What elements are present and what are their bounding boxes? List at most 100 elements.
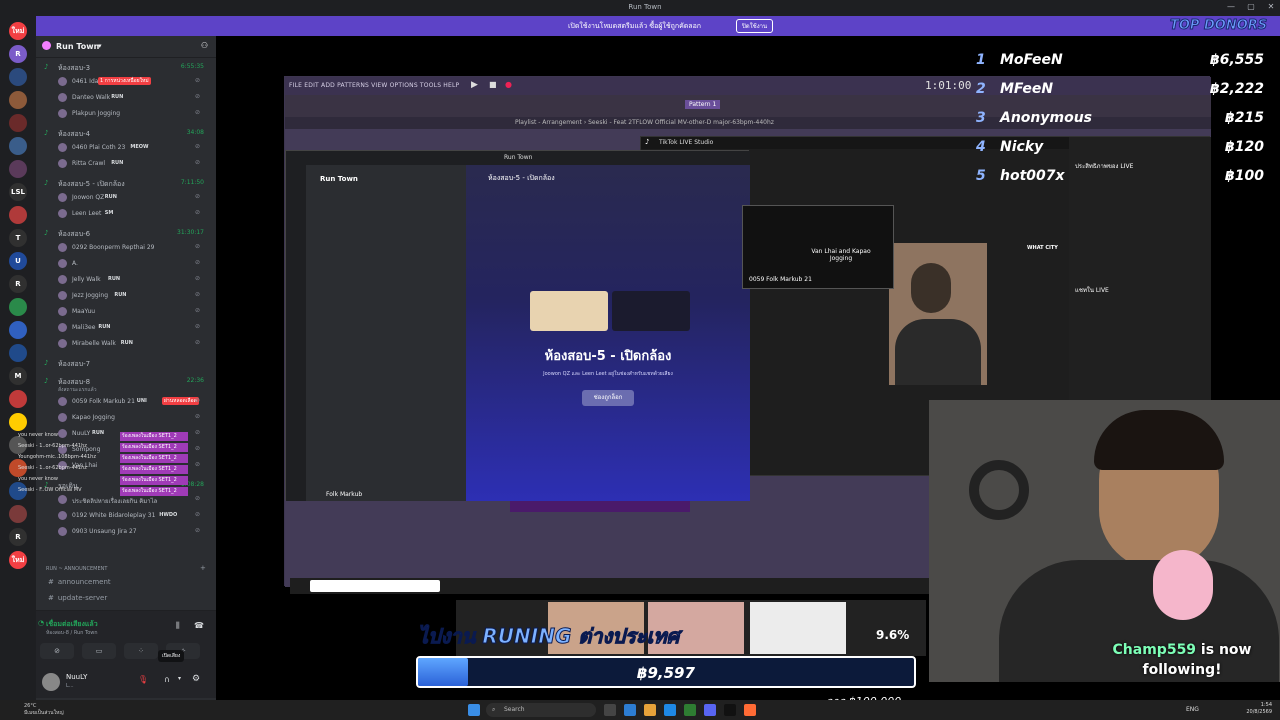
clip-block[interactable]: ร้องเพลงในเมือง SET1_2 (120, 432, 188, 441)
voice-channel[interactable]: ♪ ห้องสอบ-3 6:55:35 (44, 62, 214, 74)
chevron-down-icon[interactable]: ▾ (178, 675, 181, 682)
discord-icon[interactable] (704, 704, 716, 716)
voice-user-name: Jelly Walk (72, 276, 101, 283)
gear-icon[interactable]: ⚙ (192, 674, 200, 684)
voice-channel[interactable]: ♪ ห้องสอบ-7 (44, 358, 214, 370)
chrome-icon[interactable] (684, 704, 696, 716)
fl-studio-icon[interactable] (744, 704, 756, 716)
stop-icon[interactable]: ■ (489, 80, 497, 89)
taskbar-clock[interactable]: 1:54 20/8/2569 (1246, 702, 1272, 716)
text-channel-update-server[interactable]: # update-server (48, 594, 107, 602)
voice-user[interactable]: 0059 Folk Markub 21 UNI ผ่านหลอดเลือด ⊘ (58, 396, 208, 408)
clip-block[interactable]: ร้องเพลงในเมือง SET1_2 (120, 443, 188, 452)
screen-share-button[interactable]: ▭ (82, 643, 116, 659)
voice-user[interactable]: Ritta Crawl RUN ⊘ (58, 158, 208, 170)
file-explorer-icon[interactable] (644, 704, 656, 716)
voice-user[interactable]: A. ⊘ (58, 258, 208, 270)
pattern-selector[interactable]: Pattern 1 (685, 100, 721, 109)
clip-block[interactable]: ร้องเพลงในเมือง SET1_2 (120, 454, 188, 463)
donor-rank: 3 (976, 110, 986, 126)
server-icon[interactable]: R (9, 275, 27, 293)
server-icon[interactable] (9, 413, 27, 431)
voice-location[interactable]: ห้องสอบ-8 / Run Town (46, 629, 98, 637)
maximize-button[interactable]: ▢ (1244, 2, 1258, 14)
server-icon[interactable]: LSL (9, 183, 27, 201)
server-icon[interactable] (9, 206, 27, 224)
voice-user[interactable]: 0460 Plai Coth 23 MEOW ⊘ (58, 142, 208, 154)
server-icon[interactable] (9, 298, 27, 316)
edge-icon[interactable] (624, 704, 636, 716)
participant-tile[interactable] (530, 291, 608, 331)
voice-user[interactable]: Jezz Jogging RUN ⊘ (58, 290, 208, 302)
windows-start-icon[interactable] (468, 704, 480, 716)
voice-user[interactable]: Plakpun Jogging ⊘ (58, 108, 208, 120)
server-icon[interactable] (9, 114, 27, 132)
server-icon[interactable] (9, 390, 27, 408)
voice-user[interactable]: Joowon QZ RUN ⊘ (58, 192, 208, 204)
clip-name[interactable]: Seeski - 1..or-62bpm-441hz (18, 465, 108, 475)
locked-channel-button[interactable]: ช่องถูกล็อก (582, 390, 634, 406)
play-icon[interactable]: ▶ (471, 80, 478, 90)
category-label[interactable]: RUN ~ ANNOUNCEMENT (46, 566, 107, 572)
activity-button[interactable]: ⁘ (124, 643, 158, 659)
server-icon[interactable] (9, 321, 27, 339)
server-icon[interactable] (9, 344, 27, 362)
server-icon[interactable]: U (9, 252, 27, 270)
voice-channel[interactable]: ♪ ห้องสอบ-6 31:30:17 (44, 228, 214, 240)
voice-user[interactable]: Mirabelle Walk RUN ⊘ (58, 338, 208, 350)
minimize-button[interactable]: — (1224, 2, 1238, 14)
avatar[interactable] (42, 673, 60, 691)
donor-amount: ฿6,555 (1209, 52, 1264, 68)
voice-user[interactable]: Kapao Jogging ⊘ (58, 412, 208, 424)
voice-channel[interactable]: ♪ ห้องสอบ-4 34:08 (44, 128, 214, 140)
voice-user[interactable]: 0903 Unsaung Jira 27 ⊘ (58, 526, 208, 538)
camera-button[interactable]: ⊘ (40, 643, 74, 659)
mic-muted-icon[interactable]: 🎙 (138, 675, 148, 684)
language-indicator[interactable]: ENG (1186, 706, 1199, 713)
add-member-icon[interactable]: ⚇ (201, 41, 208, 50)
server-icon[interactable]: R (9, 45, 27, 63)
voice-user[interactable]: Danteo Walk RUN ⊘ (58, 92, 208, 104)
weather-widget[interactable]: 26°C มีเมฆเป็นส่วนใหญ่ (24, 703, 64, 717)
tiktok-icon[interactable] (724, 704, 736, 716)
clip-block[interactable]: ร้องเพลงในเมือง SET1_2 (120, 476, 188, 485)
headset-icon[interactable]: ∩ (164, 675, 170, 684)
clip-name[interactable]: Youngohm-mic..108bpm-441hz (18, 454, 108, 464)
participant-tile[interactable] (612, 291, 690, 331)
voice-user[interactable]: Jelly Walk RUN ⊘ (58, 274, 208, 286)
clip-name[interactable]: Seeski - F..OW Official MV (18, 487, 108, 497)
clip-name[interactable]: you never know (18, 476, 108, 486)
server-icon[interactable] (9, 68, 27, 86)
voice-user[interactable]: 0461 Ida Rhadaa 341 การหน่วงเหนื่อยใหม่⊘ (58, 76, 208, 88)
server-icon[interactable]: T (9, 229, 27, 247)
close-button[interactable]: ✕ (1264, 2, 1278, 14)
noise-suppression-icon[interactable]: ⫼ (176, 621, 180, 631)
discord-capture-servers (286, 165, 306, 501)
voice-user[interactable]: Leen Leet SM ⊘ (58, 208, 208, 220)
taskbar-search[interactable]: ⌕ Search (486, 703, 596, 717)
voice-user[interactable]: 0292 Boonperm Repthai 29 ⊘ (58, 242, 208, 254)
server-icon[interactable]: ใหม่ (9, 551, 27, 569)
store-icon[interactable] (664, 704, 676, 716)
add-channel-icon[interactable]: + (200, 564, 206, 572)
server-header[interactable]: Run Town ▾ ⚇ (36, 36, 216, 58)
server-icon[interactable] (9, 91, 27, 109)
fl-menu[interactable]: FILE EDIT ADD PATTERNS VIEW OPTIONS TOOL… (289, 82, 459, 89)
disconnect-icon[interactable]: ☎ (194, 621, 204, 630)
text-channel-announcement[interactable]: # announcement (48, 578, 111, 586)
server-icon[interactable]: M (9, 367, 27, 385)
voice-channel[interactable]: ♪ ห้องสอบ-5 - เปิดกล้อง 7:11:50 (44, 178, 214, 190)
voice-user[interactable]: MaaYuu ⊘ (58, 306, 208, 318)
clip-block[interactable]: ร้องเพลงในเมือง SET1_2 (120, 465, 188, 474)
clip-name[interactable]: Seeski - 1..or-62bpm-441hz (18, 443, 108, 453)
record-icon[interactable]: ● (505, 80, 512, 89)
server-icon[interactable]: R (9, 528, 27, 546)
voice-user[interactable]: Mali3ee RUN ⊘ (58, 322, 208, 334)
server-icon[interactable] (9, 137, 27, 155)
clip-block[interactable]: ร้องเพลงในเมือง SET1_2 (120, 487, 188, 496)
task-view-icon[interactable] (604, 704, 616, 716)
banner-disable-button[interactable]: ปิดใช้งาน (736, 19, 774, 33)
server-icon[interactable]: ใหม่ (9, 22, 27, 40)
server-icon[interactable] (9, 160, 27, 178)
clip-name[interactable]: you never know (18, 432, 108, 442)
